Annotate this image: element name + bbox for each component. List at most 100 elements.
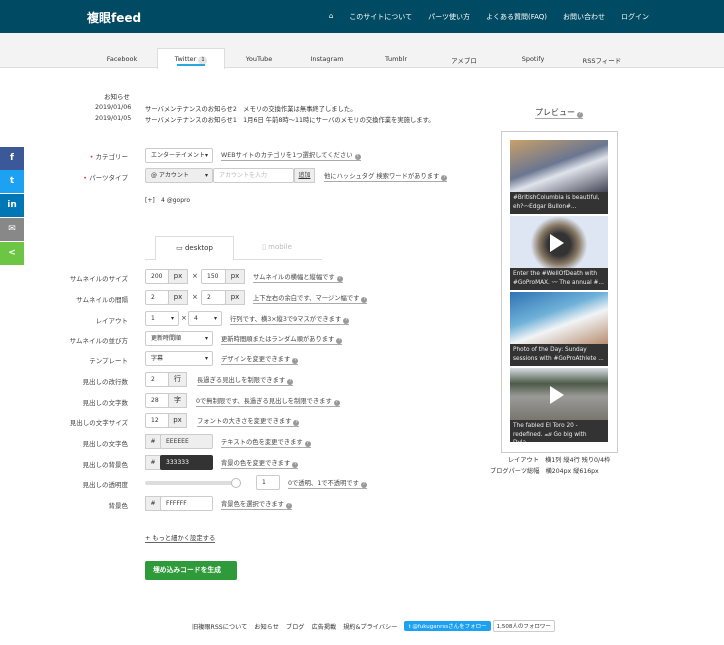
- bg_color-label: 見出しの背景色: [82, 461, 129, 469]
- category-select[interactable]: エンターテイメント: [145, 148, 213, 163]
- font_size-input[interactable]: 12: [145, 413, 169, 428]
- unit-addon: 行: [168, 372, 187, 387]
- footer-link[interactable]: 旧複眼RSSについて: [192, 622, 247, 631]
- help-icon: ?: [292, 462, 299, 468]
- help-icon: ?: [361, 297, 368, 303]
- hash-addon: #: [145, 455, 161, 470]
- parts-type-help[interactable]: 他にハッシュタグ 検索ワードがあります?: [324, 172, 448, 182]
- bg_color-help[interactable]: 背景の色を変更できます?: [221, 459, 299, 469]
- monitor-icon: ▭: [176, 244, 183, 252]
- template-help[interactable]: デザインを変更できます?: [221, 355, 299, 365]
- service-tabs: Facebook Twitter 1 YouTube Instagram Tum…: [0, 33, 724, 69]
- thumb_size-width-input[interactable]: 200: [145, 269, 169, 284]
- nav-contact[interactable]: お問い合わせ: [563, 12, 605, 22]
- nav-usage[interactable]: パーツ使い方: [428, 12, 470, 22]
- footer-link[interactable]: 規約&プライバシー: [343, 622, 397, 631]
- thumb_gap-help[interactable]: 上下左右の余白です、マージン幅です?: [253, 294, 368, 304]
- text_color-input[interactable]: EEEEEE: [160, 434, 213, 449]
- text_color-help[interactable]: テキストの色を変更できます?: [221, 438, 311, 448]
- preview-card[interactable]: The fabled El Toro 20 - redefined. 🏎 Go …: [510, 368, 608, 442]
- tab-ameblo[interactable]: アメブロ: [430, 49, 498, 68]
- layout-help[interactable]: 行列です、横3×縦3で9マスができます?: [230, 315, 350, 325]
- tab-desktop[interactable]: ▭ desktop: [155, 236, 234, 260]
- footer-link[interactable]: ブログ: [286, 622, 305, 631]
- category-help[interactable]: WEBサイトのカテゴリを1つ選択してください?: [221, 151, 361, 161]
- template-select[interactable]: 字幕: [145, 351, 213, 366]
- layout-cols-select[interactable]: 1: [145, 311, 179, 326]
- lines-help[interactable]: 長過ぎる見出しを制限できます?: [197, 376, 294, 386]
- logo[interactable]: 複眼feed: [87, 9, 141, 26]
- help-icon: ?: [285, 503, 292, 509]
- category-label: • カテゴリー: [89, 153, 128, 161]
- help-icon: ?: [287, 379, 294, 385]
- more-settings-link[interactable]: + もっと細かく設定する: [145, 533, 216, 543]
- tab-facebook[interactable]: Facebook: [88, 49, 156, 68]
- parts-type-select[interactable]: @ アカウント: [145, 168, 213, 183]
- thumb_size-label: サムネイルのサイズ: [69, 275, 128, 283]
- bgcolor-help[interactable]: 背景色を選択できます?: [221, 500, 292, 510]
- news-date: 2019/01/05: [95, 115, 132, 122]
- tab-youtube[interactable]: YouTube: [225, 49, 293, 68]
- linkedin-share-icon[interactable]: in: [0, 194, 24, 217]
- bgcolor-label: 背景色: [108, 502, 129, 510]
- help-icon: ?: [343, 318, 350, 324]
- footer: 旧複眼RSSについて お知らせ ブログ 広告掲載 規約&プライバシー t @fu…: [192, 620, 555, 632]
- preview-size: ブログパーツ総幅 横204px 縦616px: [490, 468, 599, 475]
- opacity-slider[interactable]: [145, 481, 237, 485]
- tab-mobile[interactable]: ▯ mobile: [240, 236, 314, 258]
- opacity-label: 見出しの透明度: [82, 481, 129, 489]
- thumb_size-help[interactable]: サムネイルの横幅と縦幅です?: [253, 273, 343, 283]
- lines-input[interactable]: 2: [145, 372, 169, 387]
- news-text[interactable]: サーバメンテナンスのお知らせ1 1月6日 午前8時〜11時にサーバのメモリの交換…: [145, 115, 435, 124]
- tab-tumblr[interactable]: Tumblr: [362, 49, 430, 68]
- opacity-help[interactable]: 0で透明、1で不透明です?: [288, 479, 367, 489]
- nav-about[interactable]: このサイトについて: [349, 12, 412, 22]
- share-icon[interactable]: <: [0, 242, 24, 265]
- preview-card[interactable]: Enter the #WellOfDeath with #GoProMAX. 〰…: [510, 216, 608, 290]
- tab-instagram[interactable]: Instagram: [293, 49, 361, 68]
- order-select[interactable]: 更新時間順: [145, 331, 213, 346]
- home-icon[interactable]: ⌂: [329, 12, 333, 22]
- opacity-input[interactable]: 1: [256, 475, 280, 490]
- slider-handle[interactable]: [231, 478, 241, 488]
- tab-twitter[interactable]: Twitter 1: [157, 48, 225, 69]
- chars-label: 見出しの文字数: [82, 399, 129, 407]
- chars-help[interactable]: 0で無制限です、長過ぎる見出しを制限できます?: [196, 397, 340, 407]
- accounts-toggle[interactable]: [+]: [145, 197, 155, 204]
- preview-title: プレビュー?: [535, 108, 583, 119]
- nav-login[interactable]: ログイン: [621, 12, 649, 22]
- layout-rows-select[interactable]: 4: [188, 311, 222, 326]
- help-icon: ?: [292, 358, 299, 364]
- parts-type-label: • パーツタイプ: [83, 174, 128, 182]
- account-item: 4 @gopro: [161, 197, 191, 204]
- thumb_size-height-input[interactable]: 150: [201, 269, 226, 284]
- help-icon: ?: [336, 276, 343, 282]
- unit-addon: px: [168, 290, 188, 305]
- thumb_gap-height-input[interactable]: 2: [201, 290, 226, 305]
- footer-link[interactable]: お知らせ: [254, 622, 279, 631]
- generate-code-button[interactable]: 埋め込みコードを生成 </>: [145, 561, 237, 593]
- tab-spotify[interactable]: Spotify: [499, 49, 567, 68]
- news-text[interactable]: サーバメンテナンスのお知らせ2 メモリの交換作業は無事終了しました。: [145, 104, 357, 113]
- footer-link[interactable]: 広告掲載: [311, 622, 336, 631]
- preview-card[interactable]: Photo of the Day: Sunday sessions with #…: [510, 292, 608, 366]
- play-icon: [550, 234, 564, 252]
- mail-share-icon[interactable]: ✉: [0, 218, 24, 241]
- twitter-follow-button[interactable]: t @fukuganrssさんをフォロー: [404, 621, 491, 631]
- order-help[interactable]: 更新時間順またはランダム順があります?: [221, 335, 343, 345]
- tab-label: Twitter: [174, 55, 197, 63]
- add-button[interactable]: 追加: [294, 168, 315, 183]
- bgcolor-input[interactable]: FFFFFF: [160, 496, 213, 511]
- chars-input[interactable]: 28: [145, 393, 169, 408]
- account-input[interactable]: アカウントを入力: [213, 168, 294, 183]
- preview-card[interactable]: #BritishColumbia is beautiful, eh?〰Edgar…: [510, 140, 608, 214]
- unit-addon: px: [168, 269, 188, 284]
- text_color-label: 見出しの文字色: [82, 440, 129, 448]
- thumb_gap-width-input[interactable]: 2: [145, 290, 169, 305]
- nav-faq[interactable]: よくある質問(FAQ): [486, 12, 547, 22]
- font_size-help[interactable]: フォントの大きさを変更できます?: [197, 417, 300, 427]
- help-icon: ?: [293, 420, 300, 426]
- tab-rss[interactable]: RSSフィード: [568, 49, 636, 68]
- news-date: 2019/01/06: [95, 104, 132, 111]
- bg_color-input[interactable]: 333333: [160, 455, 213, 470]
